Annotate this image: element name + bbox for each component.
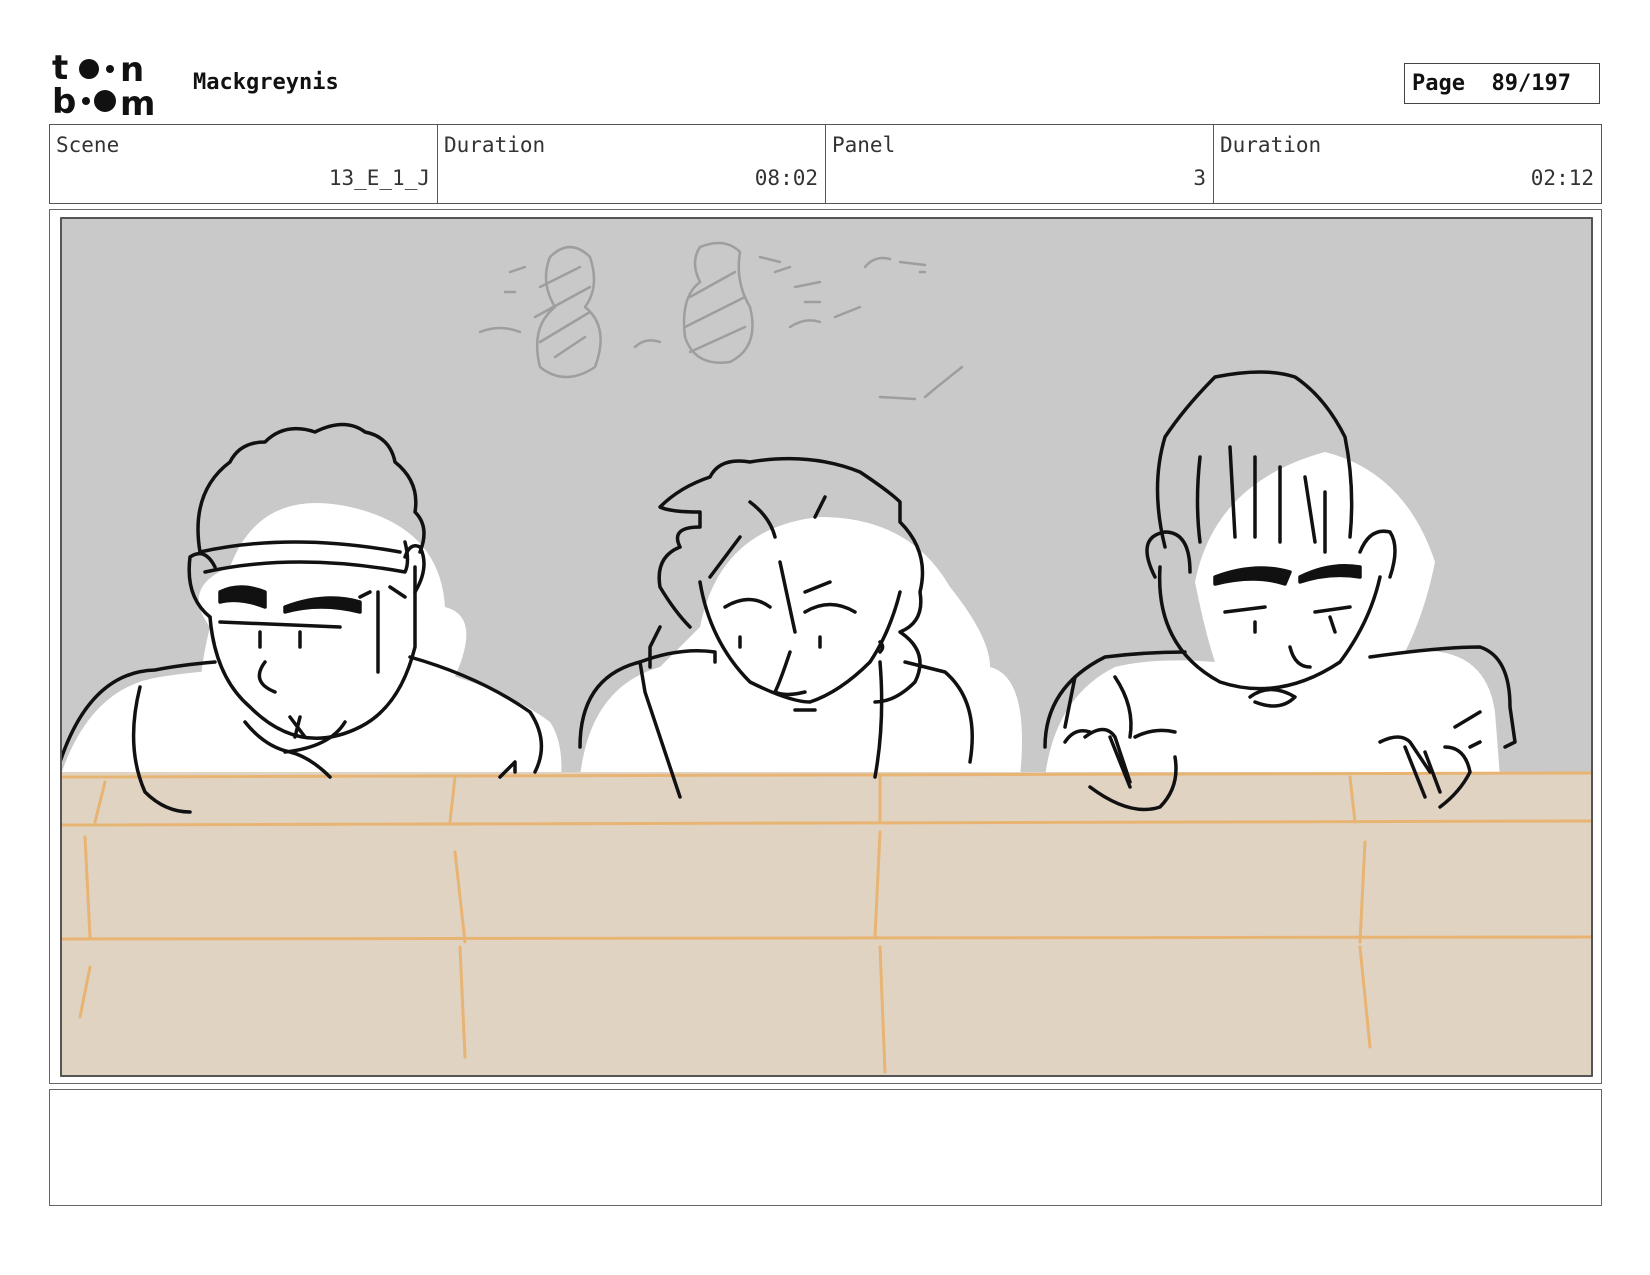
page-number: 89/197	[1491, 71, 1571, 96]
scene-label: Scene	[56, 133, 120, 157]
scene-value: 13_E_1_J	[328, 166, 430, 190]
page-indicator: Page 89/197	[1404, 63, 1600, 104]
panel-caption-box[interactable]	[49, 1089, 1602, 1206]
panel-duration-label: Duration	[1220, 133, 1322, 157]
project-name: Mackgreynis	[193, 70, 339, 95]
panel-label: Panel	[832, 133, 896, 157]
panel-cell: Panel 3	[826, 125, 1214, 203]
wall	[60, 772, 1593, 1077]
svg-text:m: m	[120, 84, 155, 116]
scene-duration-value: 08:02	[754, 166, 818, 190]
svg-text:b: b	[52, 82, 76, 116]
scene-cell: Scene 13_E_1_J	[50, 125, 438, 203]
page-label: Page	[1412, 71, 1465, 96]
toon-boom-logo: t n b m	[52, 48, 170, 124]
panel-duration-value: 02:12	[1530, 166, 1594, 190]
scene-duration-label: Duration	[444, 133, 546, 157]
scene-duration-cell: Duration 08:02	[438, 125, 826, 203]
scene-info-bar: Scene 13_E_1_J Duration 08:02 Panel 3 Du…	[49, 124, 1602, 204]
panel-value: 3	[1193, 166, 1206, 190]
panel-artwork	[58, 217, 1595, 1077]
panel-duration-cell: Duration 02:12	[1214, 125, 1601, 203]
